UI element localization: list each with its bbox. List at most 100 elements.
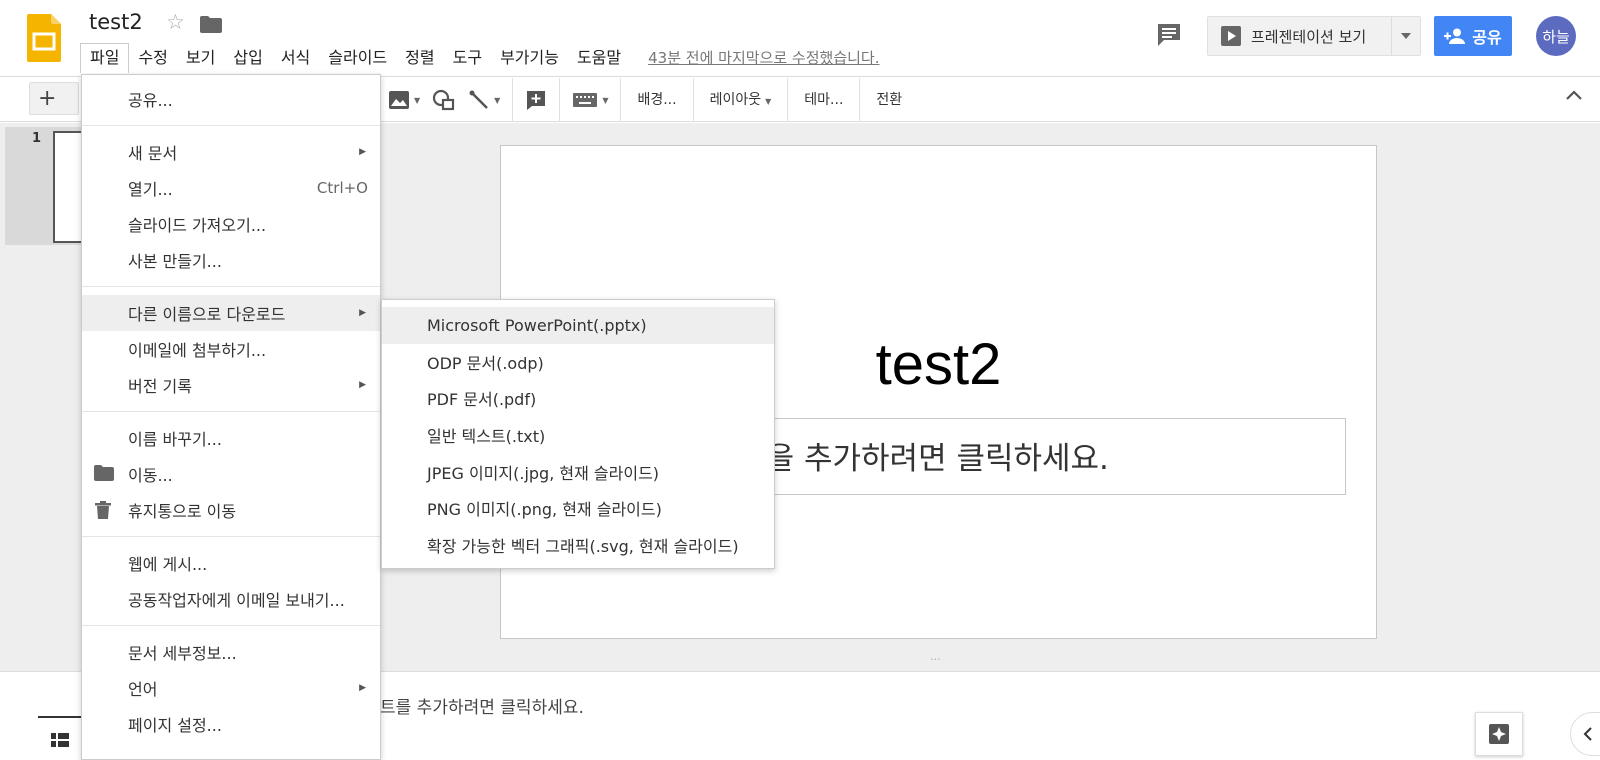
folder-icon[interactable] — [200, 16, 222, 33]
download-pdf[interactable]: PDF 문서(.pdf) — [382, 380, 774, 417]
comment-add-button[interactable] — [519, 78, 553, 122]
side-panel-toggle[interactable] — [1570, 712, 1600, 756]
background-button[interactable]: 배경... — [627, 78, 686, 122]
menu-item-version-history[interactable]: 버전 기록 ▶ — [82, 367, 380, 403]
explore-icon — [1489, 724, 1509, 744]
menu-help[interactable]: 도움말 — [568, 44, 630, 71]
submenu-arrow-icon: ▶ — [359, 147, 366, 157]
present-button-group: 프레젠테이션 보기 — [1207, 16, 1421, 56]
menu-item-label: 버전 기록 — [128, 377, 192, 396]
grid-view-icon — [51, 732, 69, 747]
menu-item-label: 이동... — [128, 466, 173, 485]
image-button[interactable]: ▼ — [382, 78, 426, 122]
person-add-icon — [1444, 28, 1466, 44]
present-button[interactable]: 프레젠테이션 보기 — [1208, 17, 1392, 55]
menu-divider — [82, 125, 380, 126]
toolbar-divider — [620, 78, 622, 122]
shortcut-label: Ctrl+O — [316, 179, 368, 197]
menu-item-email-collaborators[interactable]: 공동작업자에게 이메일 보내기... — [82, 581, 380, 617]
toolbar-divider — [692, 78, 694, 122]
menu-file[interactable]: 파일 — [80, 42, 130, 73]
menu-item-doc-details[interactable]: 문서 세부정보... — [82, 634, 380, 670]
play-icon — [1221, 26, 1241, 46]
download-png[interactable]: PNG 이미지(.png, 현재 슬라이드) — [382, 490, 774, 527]
download-odp[interactable]: ODP 문서(.odp) — [382, 344, 774, 381]
menu-insert[interactable]: 삽입 — [224, 44, 271, 71]
menu-addons[interactable]: 부가기능 — [491, 44, 568, 71]
caret-icon: ▼ — [414, 95, 421, 105]
menu-item-publish[interactable]: 웹에 게시... — [82, 545, 380, 581]
menu-divider — [82, 536, 380, 537]
file-menu: 공유... 새 문서 ▶ 열기... Ctrl+O 슬라이드 가져오기... 사… — [81, 74, 381, 760]
share-button[interactable]: 공유 — [1434, 16, 1512, 56]
menu-item-make-copy[interactable]: 사본 만들기... — [82, 242, 380, 278]
menu-item-download-as[interactable]: 다른 이름으로 다운로드 ▶ — [82, 295, 380, 331]
menu-format[interactable]: 서식 — [272, 44, 319, 71]
menu-item-language[interactable]: 언어 ▶ — [82, 670, 380, 706]
present-dropdown[interactable] — [1392, 33, 1420, 39]
image-icon — [389, 91, 409, 109]
chevron-down-icon — [1401, 33, 1411, 39]
menu-item-label: 열기... — [128, 180, 173, 199]
menu-item-rename[interactable]: 이름 바꾸기... — [82, 420, 380, 456]
app-header: test2 ☆ 파일 수정 보기 삽입 서식 슬라이드 정렬 도구 부가기능 도… — [0, 0, 1600, 77]
document-title[interactable]: test2 — [89, 10, 143, 34]
menu-view[interactable]: 보기 — [177, 44, 224, 71]
layout-label: 레이아웃 — [709, 92, 762, 108]
theme-button[interactable]: 테마... — [794, 78, 853, 122]
download-submenu: Microsoft PowerPoint(.pptx) ODP 문서(.odp)… — [381, 299, 775, 569]
menu-item-open[interactable]: 열기... Ctrl+O — [82, 170, 380, 206]
plus-icon: + — [38, 86, 57, 111]
menu-tools[interactable]: 도구 — [444, 44, 491, 71]
download-pptx[interactable]: Microsoft PowerPoint(.pptx) — [382, 307, 774, 344]
drag-handle-icon: ··· — [930, 653, 941, 666]
menu-item-trash[interactable]: 휴지통으로 이동 — [82, 492, 380, 528]
submenu-arrow-icon: ▶ — [359, 683, 366, 693]
new-slide-button[interactable]: + — [29, 82, 79, 115]
present-label: 프레젠테이션 보기 — [1251, 27, 1367, 46]
toolbar-divider — [559, 78, 561, 122]
menu-divider — [82, 286, 380, 287]
download-txt[interactable]: 일반 텍스트(.txt) — [382, 417, 774, 454]
shape-icon — [433, 89, 455, 111]
menu-item-import-slides[interactable]: 슬라이드 가져오기... — [82, 206, 380, 242]
menu-edit[interactable]: 수정 — [129, 44, 176, 71]
menu-item-label: 새 문서 — [128, 144, 178, 163]
slides-logo-icon[interactable] — [27, 14, 61, 62]
star-icon[interactable]: ☆ — [166, 10, 185, 34]
menu-item-move[interactable]: 이동... — [82, 456, 380, 492]
folder-icon — [94, 465, 114, 481]
download-svg[interactable]: 확장 가능한 벡터 그래픽(.svg, 현재 슬라이드) — [382, 527, 774, 564]
avatar[interactable]: 하늘 — [1536, 16, 1576, 56]
caret-icon: ▼ — [602, 95, 609, 105]
trash-icon — [95, 501, 111, 519]
menu-item-label: 언어 — [128, 680, 158, 699]
toolbar-divider — [787, 78, 789, 122]
menu-item-page-setup[interactable]: 페이지 설정... — [82, 706, 380, 742]
slide-thumbnail[interactable] — [53, 131, 83, 243]
input-tools-button[interactable]: ▼ — [566, 78, 614, 122]
menu-item-share[interactable]: 공유... — [82, 81, 380, 117]
notes-placeholder: 트를 추가하려면 클릭하세요. — [380, 698, 584, 718]
menu-item-email-attach[interactable]: 이메일에 첨부하기... — [82, 331, 380, 367]
chevron-up-icon[interactable] — [1566, 90, 1582, 100]
layout-button[interactable]: 레이아웃 ▼ — [700, 78, 782, 122]
caret-icon: ▼ — [494, 95, 501, 105]
download-jpg[interactable]: JPEG 이미지(.jpg, 현재 슬라이드) — [382, 453, 774, 490]
shape-button[interactable] — [426, 78, 462, 122]
menu-item-new[interactable]: 새 문서 ▶ — [82, 134, 380, 170]
menu-arrange[interactable]: 정렬 — [396, 44, 443, 71]
last-edit-link[interactable]: 43분 전에 마지막으로 수정했습니다. — [648, 47, 879, 68]
chevron-left-icon — [1583, 727, 1592, 741]
share-label: 공유 — [1472, 28, 1502, 47]
menu-slide[interactable]: 슬라이드 — [319, 44, 396, 71]
toolbar-divider — [512, 78, 514, 122]
keyboard-icon — [573, 93, 598, 107]
comment-icon[interactable] — [1156, 22, 1182, 48]
transition-button[interactable]: 전환 — [866, 78, 912, 122]
explore-button[interactable] — [1475, 712, 1523, 756]
grid-view-button[interactable] — [38, 716, 82, 760]
toolbar-tools: ▼ ▼ ▼ 배경... 레이아웃 ▼ 테마... 전환 — [382, 78, 912, 122]
add-comment-icon — [527, 91, 546, 110]
line-button[interactable]: ▼ — [462, 78, 506, 122]
